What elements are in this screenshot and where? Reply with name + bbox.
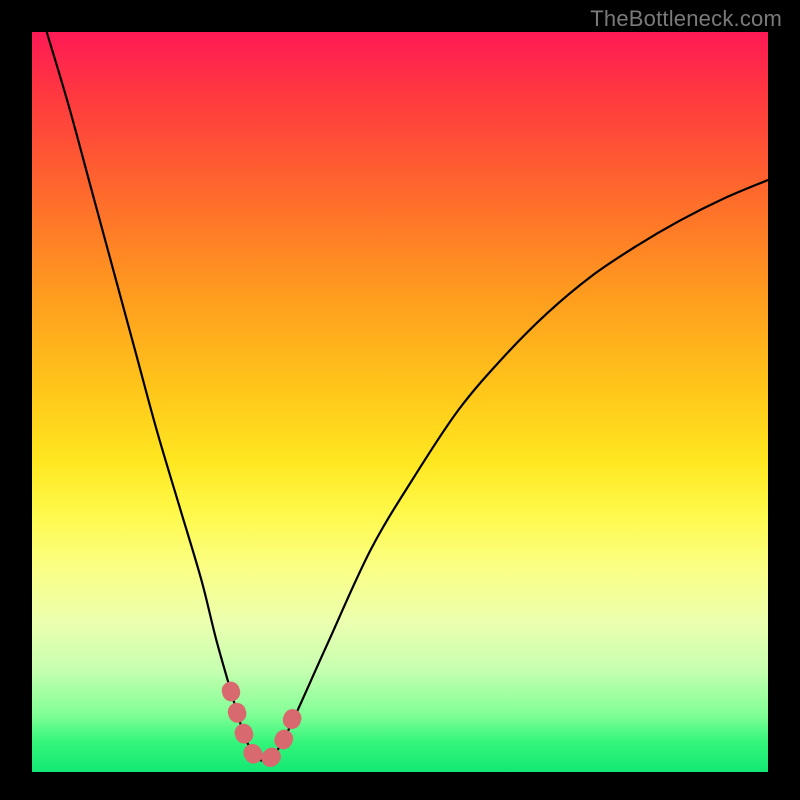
bottleneck-chart-svg [32,32,768,772]
watermark-text: TheBottleneck.com [590,6,782,32]
chart-plot-area [32,32,768,772]
bottleneck-highlight-line [231,691,297,761]
bottleneck-curve-line [47,32,768,761]
